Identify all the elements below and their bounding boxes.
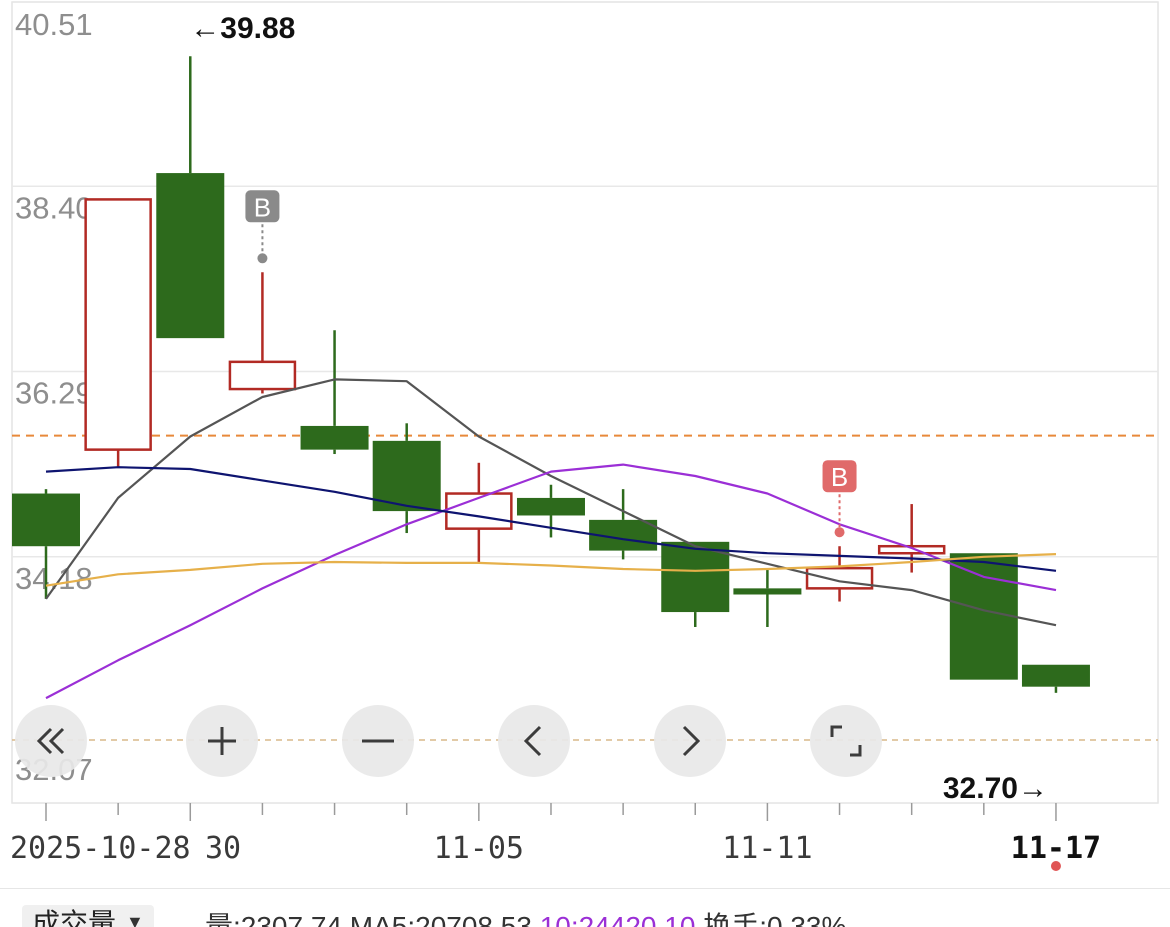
fullscreen-button[interactable] xyxy=(810,705,882,777)
minus-icon xyxy=(358,721,398,761)
x-tick-label: 11-17 xyxy=(1011,831,1101,866)
candle-body xyxy=(733,588,801,594)
plot-frame xyxy=(12,2,1158,803)
volume-value: 量:2307.74 xyxy=(205,911,342,927)
candle-body xyxy=(301,426,369,450)
candle xyxy=(86,199,151,467)
volume-ma10: 10:24420.10 xyxy=(540,911,696,927)
x-tick-label: 11-11 xyxy=(722,831,812,866)
candle-body xyxy=(156,173,224,338)
buy-marker-label: B xyxy=(254,192,271,222)
x-tick-label: 2025-10-28 xyxy=(10,831,191,866)
rewind-button[interactable] xyxy=(15,705,87,777)
candle xyxy=(733,568,801,627)
turnover-value: 换手:0.33% xyxy=(703,911,846,927)
candle xyxy=(301,330,369,454)
chevron-right-icon xyxy=(670,721,710,761)
chevron-left-icon xyxy=(514,721,554,761)
high-price-label: ←39.88 xyxy=(190,12,295,45)
caret-down-icon: ▼ xyxy=(126,912,144,927)
buy-marker-dot xyxy=(257,253,267,263)
buy-marker-label: B xyxy=(831,462,848,492)
candle xyxy=(156,56,224,338)
x-tick-label: 30 xyxy=(205,831,241,866)
candle-body xyxy=(12,494,80,547)
zoom-in-button[interactable] xyxy=(186,705,258,777)
fullscreen-icon xyxy=(826,721,866,761)
candlestick-chart: 40.5138.4036.2934.1832.07 BB 2025-10-283… xyxy=(0,0,1170,926)
double-chevron-left-icon xyxy=(31,721,71,761)
volume-ma5: MA5:20708.53 xyxy=(350,911,532,927)
buy-marker: B xyxy=(245,190,279,263)
candle-body xyxy=(1022,665,1090,687)
candle-body xyxy=(517,498,585,516)
buy-marker-dot xyxy=(835,527,845,537)
candle xyxy=(230,272,295,393)
candle xyxy=(661,542,729,627)
candle-body xyxy=(807,568,872,588)
indicator-select-label: 成交量 xyxy=(32,902,116,927)
candle xyxy=(1022,665,1090,693)
candle xyxy=(950,553,1018,679)
prev-button[interactable] xyxy=(498,705,570,777)
today-dot xyxy=(1051,861,1061,871)
candle-body xyxy=(950,553,1018,679)
low-price-label: 32.70→ xyxy=(943,772,1048,805)
y-tick-label: 38.40 xyxy=(15,190,93,225)
plus-icon xyxy=(202,721,242,761)
candle xyxy=(517,485,585,538)
zoom-out-button[interactable] xyxy=(342,705,414,777)
y-tick-label: 40.51 xyxy=(15,7,93,42)
volume-stats: 量:2307.74 MA5:20708.53 10:24420.10 换手:0.… xyxy=(205,905,846,927)
buy-marker: B xyxy=(823,460,857,537)
y-tick-label: 36.29 xyxy=(15,376,93,411)
candle-body xyxy=(86,199,151,449)
next-button[interactable] xyxy=(654,705,726,777)
y-tick-label: 34.18 xyxy=(15,561,93,596)
volume-info-bar: 成交量 ▼ 量:2307.74 MA5:20708.53 10:24420.10… xyxy=(0,888,1170,927)
x-tick-label: 11-05 xyxy=(434,831,524,866)
indicator-select[interactable]: 成交量 ▼ xyxy=(22,905,154,927)
candle-body xyxy=(230,362,295,389)
